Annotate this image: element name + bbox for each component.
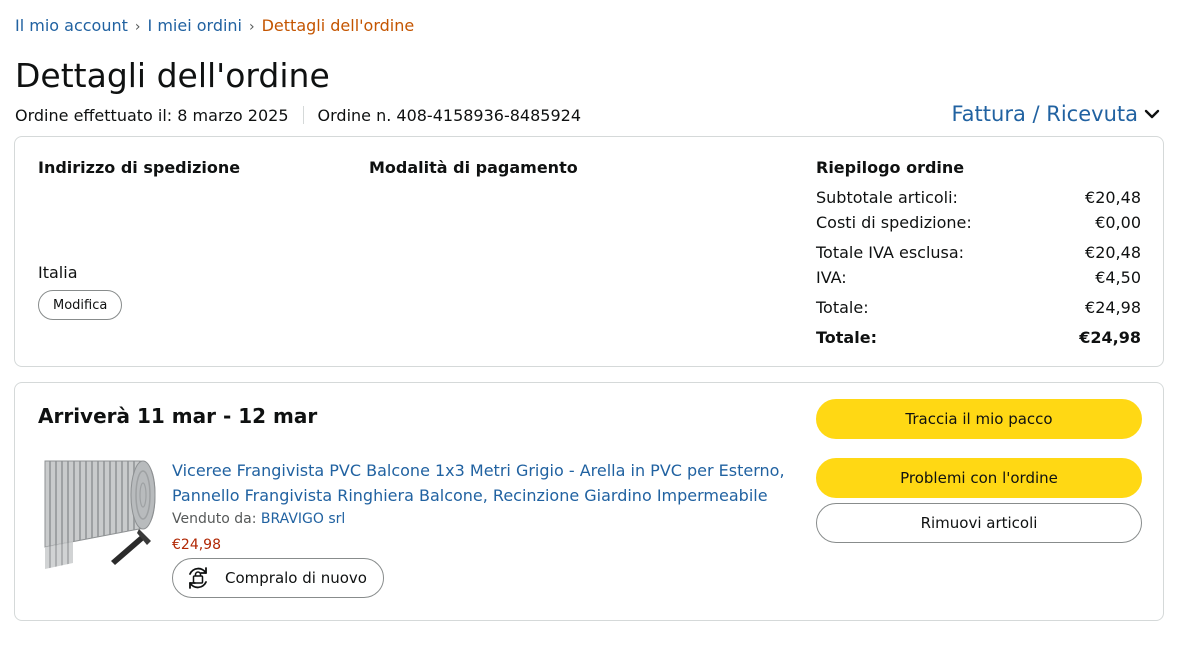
sold-by: Venduto da: BRAVIGO srl xyxy=(172,511,345,527)
summary-row-total: Totale: €24,98 xyxy=(816,295,1141,320)
invoice-link-label: Fattura / Ricevuta xyxy=(951,102,1138,126)
payment-method-title: Modalità di pagamento xyxy=(369,158,578,177)
product-image[interactable] xyxy=(43,455,159,571)
buy-again-button[interactable]: Compralo di nuovo xyxy=(172,558,384,598)
breadcrumb: Il mio account › I miei ordini › Dettagli de… xyxy=(15,16,414,35)
sold-by-label: Venduto da: xyxy=(172,511,257,527)
track-package-button[interactable]: Traccia il mio pacco xyxy=(816,399,1142,439)
summary-row-vat: IVA: €4,50 xyxy=(816,265,1141,290)
chevron-down-icon xyxy=(1144,109,1160,119)
product-title-link[interactable]: Viceree Frangivista PVC Balcone 1x3 Metr… xyxy=(172,458,792,508)
breadcrumb-separator: › xyxy=(249,19,255,35)
order-summary: Subtotale articoli: €20,48 Costi di sped… xyxy=(816,185,1141,350)
order-summary-title: Riepilogo ordine xyxy=(816,158,965,177)
invoice-dropdown[interactable]: Fattura / Ricevuta xyxy=(952,102,1162,126)
summary-label: IVA: xyxy=(816,268,847,287)
summary-value: €4,50 xyxy=(1095,268,1141,287)
summary-value: €24,98 xyxy=(1085,298,1141,317)
summary-label: Subtotale articoli: xyxy=(816,188,958,207)
summary-value: €20,48 xyxy=(1085,188,1141,207)
summary-row-subtotal: Subtotale articoli: €20,48 xyxy=(816,185,1141,210)
shipping-country: Italia xyxy=(38,263,78,282)
arrival-date: Arriverà 11 mar - 12 mar xyxy=(38,404,318,428)
summary-row-total-excl-vat: Totale IVA esclusa: €20,48 xyxy=(816,240,1141,265)
seller-link[interactable]: BRAVIGO srl xyxy=(261,511,345,527)
summary-label: Totale: xyxy=(816,298,869,317)
buy-again-label: Compralo di nuovo xyxy=(225,569,367,587)
summary-label: Totale: xyxy=(816,328,877,347)
edit-address-button[interactable]: Modifica xyxy=(38,290,123,320)
summary-row-shipping: Costi di spedizione: €0,00 xyxy=(816,210,1141,235)
summary-label: Costi di spedizione: xyxy=(816,213,972,232)
breadcrumb-order-details: Dettagli dell'ordine xyxy=(261,16,415,35)
order-meta: Ordine effettuato il: 8 marzo 2025 Ordine… xyxy=(15,106,581,125)
meta-divider xyxy=(302,106,304,124)
breadcrumb-separator: › xyxy=(134,19,141,35)
breadcrumb-my-orders[interactable]: I miei ordini xyxy=(148,16,242,35)
breadcrumb-my-account[interactable]: Il mio account xyxy=(15,16,128,35)
order-date: Ordine effettuato il: 8 marzo 2025 xyxy=(15,106,289,125)
summary-label: Totale IVA esclusa: xyxy=(816,243,965,262)
shipment-card: Arriverà 11 mar - 12 mar Viceree Frangiv… xyxy=(14,382,1164,621)
summary-value: €20,48 xyxy=(1085,243,1141,262)
shipping-address-title: Indirizzo di spedizione xyxy=(38,158,241,177)
order-number: Ordine n. 408-4158936-8485924 xyxy=(317,106,581,125)
buy-again-cycle-icon xyxy=(189,567,207,589)
product-price: €24,98 xyxy=(172,537,221,553)
page-title: Dettagli dell'ordine xyxy=(15,56,330,95)
summary-value: €0,00 xyxy=(1095,213,1141,232)
order-info-card: Indirizzo di spedizione Modalità di paga… xyxy=(14,136,1164,367)
summary-row-grand-total: Totale: €24,98 xyxy=(816,325,1141,350)
order-problem-button[interactable]: Problemi con l'ordine xyxy=(816,458,1142,498)
remove-items-button[interactable]: Rimuovi articoli xyxy=(816,503,1142,543)
summary-value: €24,98 xyxy=(1079,328,1141,347)
